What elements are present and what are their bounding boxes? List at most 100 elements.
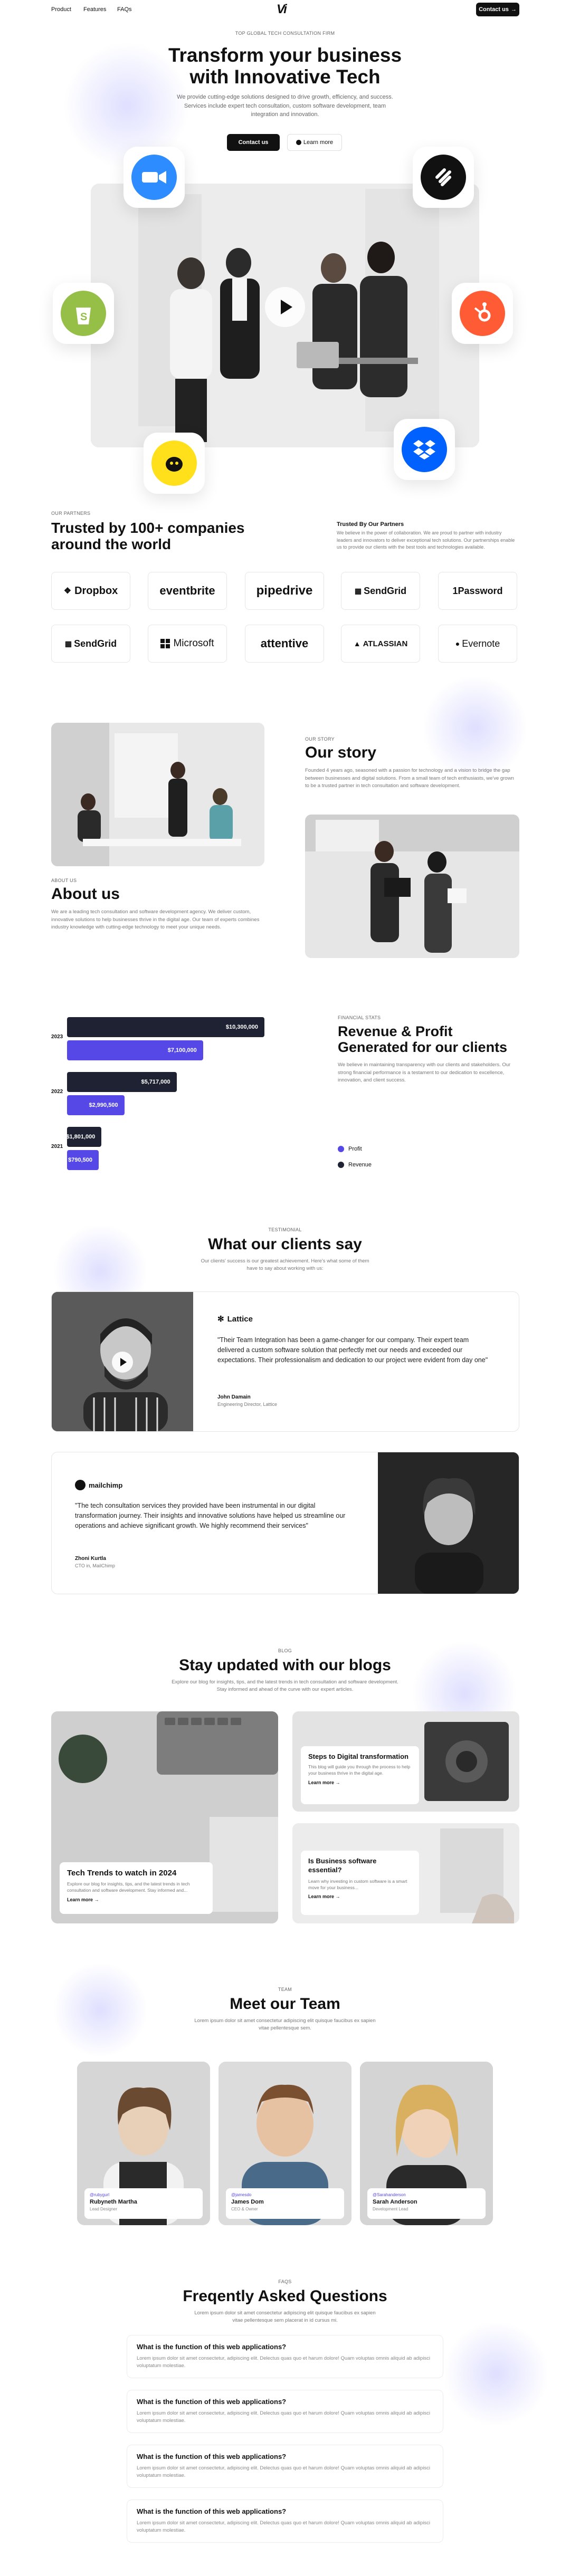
mailchimp-app-badge [144, 433, 205, 494]
shopify-app-badge: S [53, 283, 114, 344]
hero-contact-label: Contact us [238, 139, 269, 146]
team-card-james[interactable]: @jamesdo James Dom CEO & Owner [218, 2062, 352, 2225]
faq-tag: FAQS [278, 2279, 292, 2284]
partner-logo-evernote: ● Evernote [438, 625, 517, 663]
testimonial-video-play-button[interactable] [112, 1352, 133, 1373]
hero-contact-button[interactable]: Contact us [227, 134, 280, 151]
chart-bar-label: $1,801,000 [66, 1134, 96, 1140]
team-member-role: Lead Designer [90, 2207, 118, 2211]
team-label: @jamesdo James Dom CEO & Owner [226, 2188, 344, 2219]
faq-answer: Lorem ipsum dolor sit amet consectetur, … [137, 2465, 431, 2479]
video-play-button[interactable] [265, 287, 305, 327]
hero-team-photo [91, 184, 479, 447]
team-member-name: Rubyneth Martha [90, 2199, 137, 2205]
team-tag: TEAM [278, 1987, 292, 1992]
story-tag: OUR STORY [305, 736, 335, 742]
legend-revenue: Revenue [338, 1162, 372, 1168]
dropbox-app-badge [394, 419, 455, 480]
chart-bar-profit-2023: $7,100,000 [67, 1040, 203, 1060]
mailchimp-small-icon [75, 1480, 86, 1490]
lattice-icon: ✻ [217, 1315, 224, 1324]
blog-post-business-software[interactable]: Is Business software essential? Learn wh… [292, 1823, 519, 1923]
testimonial-photo-woman [378, 1452, 519, 1594]
nav-link-faqs[interactable]: FAQs [117, 6, 132, 13]
nav-contact-button[interactable]: Contact us → [476, 3, 519, 16]
blog-post-excerpt: Learn why investing in custom software i… [308, 1878, 407, 1891]
team-subtitle: Lorem ipsum dolor sit amet consectetur a… [194, 2018, 376, 2032]
partner-logo-sendgrid-2: ▦ SendGrid [51, 625, 130, 663]
dropbox-small-icon: ❖ [63, 587, 72, 596]
testimonial-subtitle: Our clients' success is our greatest ach… [201, 1258, 369, 1272]
partner-logo-pipedrive: pipedrive [245, 572, 324, 610]
mailchimp-icon [151, 440, 197, 486]
blog-tag: BLOG [278, 1648, 292, 1653]
team-card-sarah[interactable]: @Sarahanderson Sarah Anderson Developmen… [360, 2062, 493, 2225]
chart-bar-revenue-2022: $5,717,000 [67, 1072, 177, 1092]
testimonial-title: What our clients say [208, 1236, 362, 1253]
hero-learn-more-button[interactable]: Learn more [287, 134, 342, 151]
faq-question: What is the function of this web applica… [137, 2507, 287, 2515]
blog-post-excerpt: This blog will guide you through the pro… [308, 1764, 411, 1776]
team-member-handle: @Sarahanderson [373, 2192, 406, 2197]
faq-answer: Lorem ipsum dolor sit amet consectetur, … [137, 2410, 431, 2424]
testimonial-tag: TESTIMONIAL [268, 1227, 302, 1232]
blog-learn-more-link[interactable]: Learn more → [308, 1894, 412, 1899]
mailchimp-logo: mailchimp [75, 1480, 122, 1490]
faq-item-1[interactable]: What is the function of this web applica… [127, 2335, 443, 2378]
team-card-rubyneth[interactable]: @rubygurl Rubyneth Martha Lead Designer [77, 2062, 210, 2225]
arrow-right-icon: → [94, 1897, 99, 1902]
finance-text: We believe in maintaining transparency w… [338, 1062, 511, 1084]
blog-post-title: Steps to Digital transformation [308, 1753, 408, 1760]
finance-title: Revenue & Profit Generated for our clien… [338, 1023, 508, 1056]
nav-contact-label: Contact us [479, 6, 509, 13]
team-member-handle: @rubygurl [90, 2192, 110, 2197]
story-text: Founded 4 years ago, seasoned with a pas… [305, 768, 514, 789]
legend-swatch-revenue [338, 1162, 344, 1168]
faq-item-3[interactable]: What is the function of this web applica… [127, 2445, 443, 2488]
zoom-icon [131, 155, 177, 200]
chart-year-label: 2021 [51, 1144, 63, 1150]
partner-logo-sendgrid: ▦ SendGrid [341, 572, 420, 610]
hero-title: Transform your business with Innovative … [168, 44, 402, 88]
team-member-name: James Dom [231, 2199, 264, 2205]
blog-title: Stay updated with our blogs [179, 1656, 391, 1674]
revenue-chart: $10,300,000 $7,100,000 2023 $5,717,000 $2,99… [51, 1013, 315, 1176]
decorative-blob [422, 675, 528, 781]
zoom-app-badge [124, 147, 185, 208]
team-member-role: Development Lead [373, 2207, 408, 2211]
squarespace-icon [421, 155, 466, 200]
blog-card-digital-transformation: Steps to Digital transformation This blo… [301, 1746, 419, 1804]
chart-year-label: 2023 [51, 1034, 63, 1040]
sendgrid-icon: ▦ [64, 639, 72, 648]
blog-post-title: Is Business software essential? [308, 1857, 377, 1874]
testimonial-role-mailchimp: CTO in, MailChimp [75, 1563, 115, 1568]
blog-post-featured[interactable]: Tech Trends to watch in 2024 Explore our… [51, 1711, 278, 1923]
svg-text:S: S [80, 311, 87, 323]
blog-learn-more-link[interactable]: Learn more → [308, 1780, 412, 1785]
team-member-role: CEO & Owner [231, 2207, 258, 2211]
evernote-icon: ● [455, 639, 460, 648]
partners-title: Trusted by 100+ companies around the wor… [51, 520, 245, 552]
partner-logo-attentive: attentive [245, 625, 324, 663]
lattice-logo: ✻ Lattice [217, 1314, 253, 1324]
story-title: Our story [305, 744, 377, 761]
brand-logo[interactable]: Vi [277, 2, 287, 17]
blog-post-digital-transformation[interactable]: Steps to Digital transformation This blo… [292, 1711, 519, 1812]
team-label: @rubygurl Rubyneth Martha Lead Designer [84, 2188, 203, 2219]
chart-bar-revenue-2023: $10,300,000 [67, 1017, 264, 1037]
testimonial-quote-lattice: "Their Team Integration has been a game-… [217, 1336, 488, 1364]
play-circle-icon [296, 140, 301, 145]
blog-learn-more-link[interactable]: Learn more → [67, 1897, 205, 1902]
about-text: We are a leading tech consultation and s… [51, 909, 260, 931]
nav-link-product[interactable]: Product [51, 6, 71, 13]
nav-link-features[interactable]: Features [83, 6, 106, 13]
blog-card-business-software: Is Business software essential? Learn wh… [301, 1851, 419, 1915]
faq-item-2[interactable]: What is the function of this web applica… [127, 2390, 443, 2433]
testimonial-role-lattice: Engineering Director, Lattice [217, 1402, 278, 1407]
faq-item-4[interactable]: What is the function of this web applica… [127, 2500, 443, 2543]
arrow-right-icon: → [335, 1894, 340, 1900]
testimonial-name-lattice: John Damain [217, 1394, 251, 1400]
blog-post-excerpt: Explore our blog for insights, tips, and… [67, 1881, 190, 1893]
testimonial-card-lattice: ✻ Lattice "Their Team Integration has be… [51, 1291, 519, 1432]
story-team-photo [305, 815, 519, 958]
